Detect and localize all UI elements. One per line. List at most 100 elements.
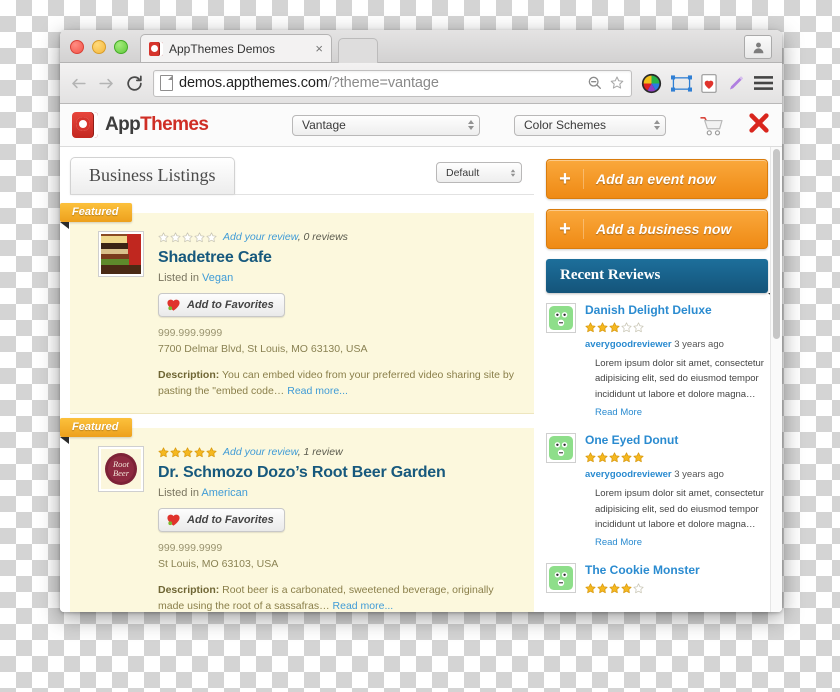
scrollbar-thumb[interactable] [773,149,780,339]
minimize-window-button[interactable] [92,40,106,54]
review-title[interactable]: Danish Delight Deluxe [585,303,768,317]
listing-name[interactable]: Shadetree Cafe [158,249,520,267]
reload-icon[interactable] [125,74,144,93]
address-bar[interactable]: demos.appthemes.com/?theme=vantage [153,69,632,97]
selection-frame-icon[interactable] [671,74,692,92]
add-business-button[interactable]: + Add a business now [546,209,768,249]
listing-category-row: Listed in American [158,487,520,499]
add-to-favorites-button[interactable]: Add to Favorites [158,293,285,317]
listing-item[interactable]: Add your review, 0 reviews Shadetree Caf… [70,213,534,415]
add-to-favorites-label: Add to Favorites [187,514,274,527]
zoom-out-icon[interactable] [587,75,603,91]
hamburger-menu-icon[interactable] [754,75,773,91]
listing-category-link[interactable]: American [201,487,247,499]
description-label: Description: [158,368,220,381]
read-more-link[interactable]: Read more... [333,600,394,612]
monster-avatar-icon [549,306,573,330]
review-title[interactable]: One Eyed Donut [585,433,768,447]
maximize-window-button[interactable] [114,40,128,54]
review-read-more-link[interactable]: Read More [595,537,642,548]
plus-icon: + [547,169,584,189]
add-review-link[interactable]: Add your review [223,231,298,243]
close-x-icon[interactable] [748,112,770,138]
color-scheme-select[interactable]: Color Schemes [514,114,666,136]
pen-icon[interactable] [726,74,745,93]
review-item[interactable]: One Eyed Donut averygoodreviewer 3 years… [546,433,768,550]
review-item[interactable]: The Cookie Monster [546,563,768,597]
star-icon [633,452,644,463]
url-path: /?theme=vantage [327,75,439,91]
review-read-more-link[interactable]: Read More [595,407,642,418]
heart-card-icon[interactable] [701,73,717,93]
avatar [546,433,576,464]
page-document-icon [160,75,173,91]
add-event-label: Add an event now [596,171,716,187]
add-event-button[interactable]: + Add an event now [546,159,768,199]
listing-meta: 999.999.9999 7700 Delmar Blvd, St Louis,… [158,326,520,358]
web-page: AppThemes Vantage Color Schemes Business… [60,104,782,612]
listing-thumbnail[interactable]: Root Beer [98,446,144,493]
sandwich-photo-icon [101,234,141,274]
logo-wordmark: AppThemes [105,114,209,136]
review-author-link[interactable]: averygoodreviewer [585,339,672,350]
star-rating [585,452,644,463]
listing-phone: 999.999.9999 [158,542,223,555]
star-icon [609,322,620,333]
listing-description: Description: You can embed video from yo… [158,367,520,400]
star-icon [633,322,644,333]
appthemes-gear-icon [72,112,98,138]
add-business-label: Add a business now [596,221,732,237]
add-to-favorites-button[interactable]: Add to Favorites [158,508,285,533]
page-scrollbar[interactable] [770,147,782,612]
color-scheme-value: Color Schemes [524,118,607,132]
review-title[interactable]: The Cookie Monster [585,563,768,577]
shopping-cart-icon[interactable] [700,116,723,136]
theme-select[interactable]: Vantage [292,114,480,136]
review-excerpt: Lorem ipsum dolor sit amet, consectetur … [595,488,764,530]
color-wheel-icon[interactable] [641,73,662,94]
review-author-link[interactable]: averygoodreviewer [585,469,672,480]
review-count: , 1 review [297,446,343,459]
sort-select[interactable]: Default [436,162,522,183]
review-time: 3 years ago [671,339,724,350]
site-header: AppThemes Vantage Color Schemes [60,104,782,147]
url-text: demos.appthemes.com/?theme=vantage [179,75,581,91]
listing-item[interactable]: Root Beer Add your review, 1 review Dr. … [70,428,534,612]
close-window-button[interactable] [70,40,84,54]
new-tab-button[interactable] [338,38,378,63]
star-rating [585,322,644,333]
listing-category-row: Listed in Vegan [158,272,520,284]
read-more-link[interactable]: Read more... [287,385,348,397]
listing-category-link[interactable]: Vegan [202,272,233,284]
listed-in-label: Listed in [158,487,202,500]
close-tab-icon[interactable]: × [315,42,323,55]
appthemes-favicon-icon [149,41,163,56]
back-arrow-icon[interactable] [69,74,88,93]
review-item[interactable]: Danish Delight Deluxe averygoodreviewer … [546,303,768,420]
add-review-text: Add your review, 1 review [223,446,343,458]
listing-name[interactable]: Dr. Schmozo Dozo’s Root Beer Garden [158,464,520,482]
star-icon [585,322,596,333]
chevron-updown-icon [468,120,474,130]
review-time: 3 years ago [671,469,724,481]
star-rating [158,231,217,243]
appthemes-logo[interactable]: AppThemes [72,112,209,138]
star-icon [182,231,193,242]
sort-select-value: Default [446,166,480,179]
star-icon [597,322,608,333]
browser-tab[interactable]: AppThemes Demos × [140,34,332,62]
user-profile-button[interactable] [744,35,772,59]
heart-icon [167,299,180,311]
listing-thumbnail[interactable] [98,231,144,277]
window-titlebar: AppThemes Demos × [60,30,782,63]
listing-rating-row: Add your review, 1 review [158,446,520,458]
main-column: Business Listings Default Featured Add y… [60,147,534,612]
star-icon [597,582,608,593]
star-icon [609,452,620,463]
forward-arrow-icon[interactable] [97,74,116,93]
star-icon [597,452,608,463]
add-review-link[interactable]: Add your review [223,446,298,458]
bookmark-star-icon[interactable] [609,75,625,91]
plus-icon: + [547,219,584,239]
add-review-text: Add your review, 0 reviews [223,231,348,243]
